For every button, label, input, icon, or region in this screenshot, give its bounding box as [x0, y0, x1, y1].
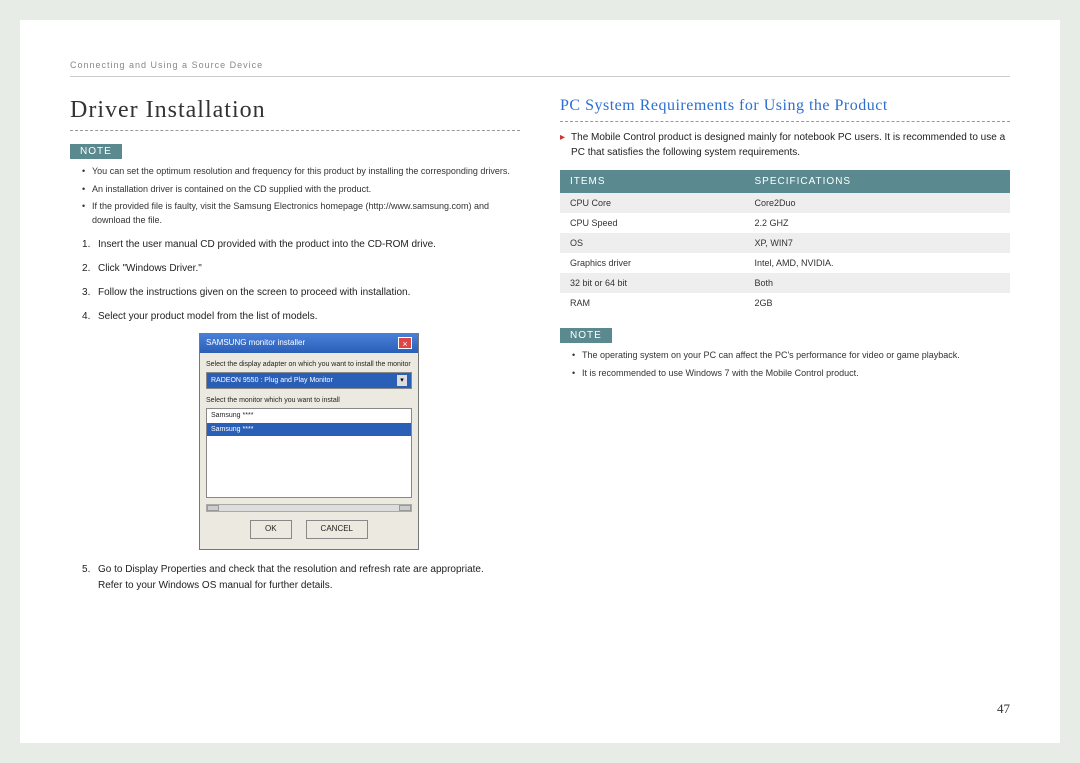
table-cell: XP, WIN7 [744, 233, 1010, 253]
table-cell: 2GB [744, 293, 1010, 313]
table-header: SPECIFICATIONS [744, 170, 1010, 193]
list-item[interactable]: Samsung **** [207, 423, 411, 436]
monitor-list[interactable]: Samsung **** Samsung **** [206, 408, 412, 498]
table-row: Graphics driver Intel, AMD, NVIDIA. [560, 253, 1010, 273]
cancel-button[interactable]: CANCEL [306, 520, 368, 539]
table-row: CPU Core Core2Duo [560, 193, 1010, 213]
note-item: You can set the optimum resolution and f… [82, 165, 520, 179]
table-header: ITEMS [560, 170, 744, 193]
table-row: OS XP, WIN7 [560, 233, 1010, 253]
step-subtext: Refer to your Windows OS manual for furt… [98, 578, 520, 594]
intro-paragraph: ▸ The Mobile Control product is designed… [560, 130, 1010, 160]
note-badge: NOTE [560, 328, 612, 343]
table-cell: CPU Speed [560, 213, 744, 233]
step-item: Select your product model from the list … [82, 309, 520, 550]
dialog-label-monitor: Select the monitor which you want to ins… [206, 395, 412, 406]
table-header-row: ITEMS SPECIFICATIONS [560, 170, 1010, 193]
dialog-label-adapter: Select the display adapter on which you … [206, 359, 412, 370]
dialog-buttons: OK CANCEL [206, 520, 412, 543]
page-number: 47 [997, 701, 1010, 717]
close-icon[interactable]: × [398, 337, 412, 349]
spec-table: ITEMS SPECIFICATIONS CPU Core Core2Duo C… [560, 170, 1010, 313]
step-item: Follow the instructions given on the scr… [82, 285, 520, 301]
section-heading-driver: Driver Installation [70, 97, 520, 131]
dialog-body: Select the display adapter on which you … [200, 353, 418, 549]
table-row: CPU Speed 2.2 GHZ [560, 213, 1010, 233]
installer-dialog: SAMSUNG monitor installer × Select the d… [199, 333, 419, 550]
table-row: RAM 2GB [560, 293, 1010, 313]
table-cell: Core2Duo [744, 193, 1010, 213]
table-cell: 32 bit or 64 bit [560, 273, 744, 293]
adapter-select[interactable]: RADEON 9550 : Plug and Play Monitor ▾ [206, 372, 412, 389]
table-cell: Intel, AMD, NVIDIA. [744, 253, 1010, 273]
breadcrumb: Connecting and Using a Source Device [70, 60, 1010, 77]
note-badge: NOTE [70, 144, 122, 159]
note-list-left: You can set the optimum resolution and f… [70, 165, 520, 227]
step-item: Insert the user manual CD provided with … [82, 237, 520, 253]
adapter-select-value: RADEON 9550 : Plug and Play Monitor [211, 375, 333, 386]
note-list-right: The operating system on your PC can affe… [560, 349, 1010, 380]
dialog-screenshot: SAMSUNG monitor installer × Select the d… [98, 333, 520, 550]
horizontal-scrollbar[interactable] [206, 504, 412, 512]
note-item: The operating system on your PC can affe… [572, 349, 1010, 363]
intro-text: The Mobile Control product is designed m… [571, 130, 1010, 160]
step-text: Go to Display Properties and check that … [98, 564, 484, 575]
table-cell: RAM [560, 293, 744, 313]
ok-button[interactable]: OK [250, 520, 292, 539]
right-column: PC System Requirements for Using the Pro… [560, 97, 1010, 602]
table-cell: Graphics driver [560, 253, 744, 273]
table-cell: 2.2 GHZ [744, 213, 1010, 233]
step-item: Click "Windows Driver." [82, 261, 520, 277]
step-text: Select your product model from the list … [98, 311, 318, 322]
left-column: Driver Installation NOTE You can set the… [70, 97, 520, 602]
note-item: An installation driver is contained on t… [82, 183, 520, 197]
dialog-title-text: SAMSUNG monitor installer [206, 337, 305, 350]
section-heading-requirements: PC System Requirements for Using the Pro… [560, 97, 1010, 122]
table-cell: OS [560, 233, 744, 253]
dialog-titlebar: SAMSUNG monitor installer × [200, 334, 418, 353]
table-cell: CPU Core [560, 193, 744, 213]
note-item: It is recommended to use Windows 7 with … [572, 367, 1010, 381]
table-row: 32 bit or 64 bit Both [560, 273, 1010, 293]
manual-page: Connecting and Using a Source Device Dri… [20, 20, 1060, 743]
note-item: If the provided file is faulty, visit th… [82, 200, 520, 227]
table-cell: Both [744, 273, 1010, 293]
chevron-down-icon: ▾ [397, 375, 407, 386]
install-steps: Insert the user manual CD provided with … [70, 237, 520, 594]
bullet-marker-icon: ▸ [560, 130, 565, 160]
list-item[interactable]: Samsung **** [207, 409, 411, 422]
content-columns: Driver Installation NOTE You can set the… [70, 97, 1010, 602]
step-item: Go to Display Properties and check that … [82, 562, 520, 594]
